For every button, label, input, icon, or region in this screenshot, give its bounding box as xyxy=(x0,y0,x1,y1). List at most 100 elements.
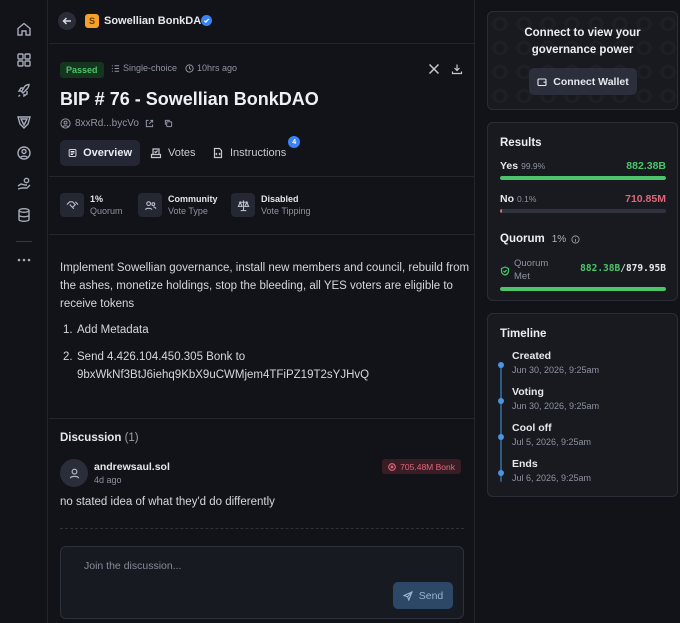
comment-composer[interactable]: Join the discussion... Send xyxy=(60,546,464,619)
quorum-value: 882.38B/879.95B xyxy=(580,263,666,274)
timeline-item-ends: Ends Jul 6, 2026, 9:25am xyxy=(512,458,591,485)
stat-vote-type-value: Community xyxy=(168,194,218,204)
stat-vote-tipping-label: Vote Tipping xyxy=(261,206,311,216)
author-address[interactable]: 8xxRd...bycVo xyxy=(75,118,139,129)
discussion-input-placeholder[interactable]: Join the discussion... xyxy=(84,560,181,572)
quorum-title: Quorum xyxy=(500,233,545,245)
connect-message: Connect to view your governance power xyxy=(488,25,677,59)
timeline-item-name: Created xyxy=(512,350,552,362)
connect-wallet-button[interactable]: Connect Wallet xyxy=(529,68,637,95)
scale-icon xyxy=(231,193,255,217)
left-rail xyxy=(0,0,48,623)
timeline-item-created: Created Jun 30, 2026, 9:25am xyxy=(512,350,599,377)
handshake-icon xyxy=(60,193,84,217)
vote-weight-badge: 705.48M Bonk xyxy=(382,459,461,474)
comment-author[interactable]: andrewsaul.sol xyxy=(94,461,170,473)
stat-vote-tipping-value: Disabled xyxy=(261,194,299,204)
dao-avatar[interactable]: S xyxy=(85,14,99,28)
tab-overview[interactable]: Overview xyxy=(60,140,140,166)
home-icon[interactable] xyxy=(16,21,32,37)
instruction-item: 1. Add Metadata xyxy=(63,321,149,339)
quorum-met: Quorum Met 882.38B/879.95B xyxy=(500,257,666,291)
proposal-age: 10hrs ago xyxy=(185,63,237,73)
info-icon[interactable] xyxy=(571,234,580,244)
divider xyxy=(49,418,475,419)
divider xyxy=(49,176,475,177)
instruction-text: Add Metadata xyxy=(77,324,149,336)
quorum-have: 882.38B xyxy=(580,263,621,274)
timeline-item-name: Cool off xyxy=(512,422,552,434)
database-icon[interactable] xyxy=(16,207,32,223)
stat-vote-type: Community Vote Type xyxy=(138,193,218,217)
instruction-number: 1. xyxy=(63,324,73,336)
quorum-progress-bar xyxy=(500,287,666,291)
x-share-icon[interactable] xyxy=(428,63,440,75)
more-icon[interactable] xyxy=(16,252,32,268)
yes-progress-fill xyxy=(500,176,666,180)
timeline-track xyxy=(500,362,502,482)
proposal-description: Implement Sowellian governance, install … xyxy=(60,262,470,310)
discussion-count: (1) xyxy=(124,432,139,444)
verified-icon xyxy=(201,15,212,26)
discussion-title: Discussion xyxy=(60,432,122,444)
quorum-percent: 1% xyxy=(551,233,567,245)
timeline-dot xyxy=(498,362,504,368)
shield-icon[interactable] xyxy=(16,114,32,130)
hand-coins-icon[interactable] xyxy=(16,176,32,192)
dashboard-icon[interactable] xyxy=(16,52,32,68)
rocket-icon[interactable] xyxy=(16,83,32,99)
timeline-dot xyxy=(498,470,504,476)
author-row: 8xxRd...bycVo xyxy=(60,118,177,129)
instruction-address[interactable]: 9bxWkNf3BtJ6iehq9KbX9uCWMjem4TFiPZ19T2sY… xyxy=(77,369,369,381)
no-percent: 0.1% xyxy=(517,194,537,204)
instruction-item: 2. Send 4.426.104.450.305 Bonk to 9bxWkNf… xyxy=(63,348,369,384)
stat-quorum: 1% Quorum xyxy=(60,193,123,217)
tab-votes[interactable]: Votes xyxy=(142,140,204,166)
external-link-icon[interactable] xyxy=(145,119,154,128)
back-button[interactable] xyxy=(58,12,76,30)
download-icon[interactable] xyxy=(451,63,463,75)
copy-icon[interactable] xyxy=(164,119,173,128)
proposal-title: BIP # 76 - Sowellian BonkDAO xyxy=(60,89,319,109)
timeline-item-date: Jul 5, 2026, 9:25am xyxy=(512,437,592,447)
yes-percent: 99.9% xyxy=(521,161,546,171)
tab-instructions[interactable]: Instructions 4 xyxy=(204,136,301,166)
quorum-need: 879.95B xyxy=(625,263,666,274)
results-card: Results Yes 99.9% 882.38B No 0.1% 710.85M … xyxy=(487,122,678,301)
overview-icon xyxy=(68,149,77,157)
no-progress-fill xyxy=(500,209,503,213)
timeline-item-date: Jun 30, 2026, 9:25am xyxy=(512,401,600,411)
yes-label: Yes xyxy=(500,160,519,172)
instruction-number: 2. xyxy=(63,351,73,363)
results-title: Results xyxy=(500,137,542,149)
connect-line-2: governance power xyxy=(531,44,634,56)
tab-votes-label: Votes xyxy=(168,147,196,159)
profile-icon[interactable] xyxy=(16,145,32,161)
stat-quorum-label: Quorum xyxy=(90,206,123,216)
tab-instructions-label: Instructions xyxy=(230,147,287,159)
shield-check-icon xyxy=(500,263,510,276)
user-icon xyxy=(60,118,71,129)
yes-amount: 882.38B xyxy=(626,160,666,172)
timeline-item-voting: Voting Jun 30, 2026, 9:25am xyxy=(512,386,599,413)
discussion-heading: Discussion (1) xyxy=(60,432,139,444)
timeline-item-name: Voting xyxy=(512,386,544,398)
send-button[interactable]: Send xyxy=(393,582,453,609)
timeline-item-name: Ends xyxy=(512,458,538,470)
dao-name[interactable]: Sowellian BonkDAO xyxy=(104,15,210,27)
timeline-dot xyxy=(498,434,504,440)
timeline-title: Timeline xyxy=(500,328,547,340)
no-amount: 710.85M xyxy=(625,193,666,205)
vote-weight-value: 705.48M Bonk xyxy=(400,461,455,472)
x-circle-icon xyxy=(388,462,397,471)
wallet-icon xyxy=(537,77,547,86)
send-icon xyxy=(402,590,413,601)
avatar xyxy=(60,459,88,487)
stat-quorum-value: 1% xyxy=(90,194,104,204)
timeline-dot xyxy=(498,398,504,404)
tab-overview-label: Overview xyxy=(83,147,132,159)
instructions-count-badge: 4 xyxy=(288,136,301,148)
connect-line-1: Connect to view your xyxy=(524,27,641,39)
timeline-item-cool-off: Cool off Jul 5, 2026, 9:25am xyxy=(512,422,591,449)
yes-progress-bar xyxy=(500,176,666,180)
